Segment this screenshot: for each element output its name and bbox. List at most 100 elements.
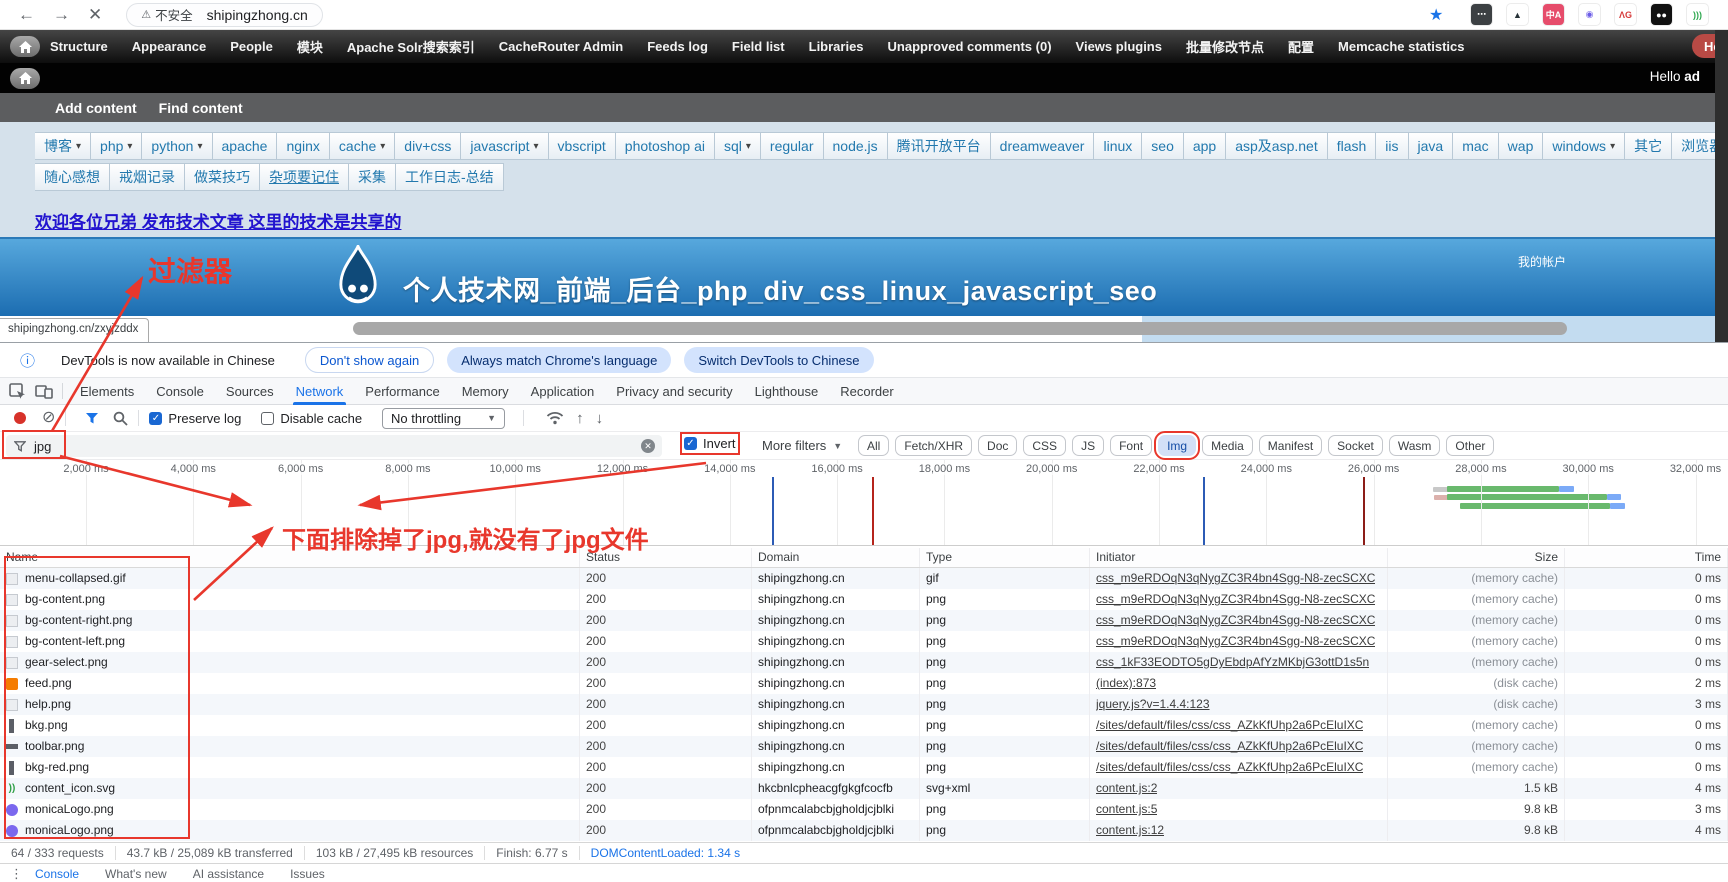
tag-link[interactable]: div+css: [394, 132, 461, 160]
tag-link[interactable]: apache: [212, 132, 278, 160]
network-overview[interactable]: 2,000 ms4,000 ms6,000 ms8,000 ms10,000 m…: [0, 460, 1728, 546]
tag-link[interactable]: 戒烟记录: [109, 163, 185, 191]
drawer-tab-ai-assistance[interactable]: AI assistance: [193, 867, 264, 881]
username[interactable]: ad: [1684, 69, 1700, 84]
tag-link[interactable]: photoshop ai: [615, 132, 715, 160]
filter-chip-font[interactable]: Font: [1110, 435, 1152, 456]
tab-privacy-and-security[interactable]: Privacy and security: [605, 378, 743, 405]
home-icon[interactable]: [10, 36, 40, 57]
tag-link[interactable]: 做菜技巧: [184, 163, 260, 191]
table-row[interactable]: menu-collapsed.gif200shipingzhong.cngifc…: [0, 568, 1728, 589]
tag-link[interactable]: iis: [1375, 132, 1408, 160]
filter-chip-media[interactable]: Media: [1202, 435, 1253, 456]
drawer-tab-what-s-new[interactable]: What's new: [105, 867, 167, 881]
admin-menu-item-feeds-log[interactable]: Feeds log: [647, 39, 708, 54]
admin-menu-item-unapproved-comments-0[interactable]: Unapproved comments (0): [888, 39, 1052, 54]
initiator-link[interactable]: /sites/default/files/css/css_AZkKfUhp2a6…: [1096, 757, 1363, 778]
admin-menu-item-[interactable]: 批量修改节点: [1186, 37, 1264, 56]
tag-link[interactable]: 杂项要记住: [259, 163, 349, 191]
admin-menu-item-[interactable]: 配置: [1288, 37, 1314, 56]
tag-link[interactable]: wap: [1498, 132, 1544, 160]
throttling-select[interactable]: No throttling▼: [382, 408, 505, 429]
filter-input[interactable]: jpg ✕: [6, 435, 662, 457]
tag-link[interactable]: dreamweaver: [990, 132, 1095, 160]
url-text[interactable]: shipingzhong.cn: [207, 7, 308, 23]
table-row[interactable]: bkg.png200shipingzhong.cnpng/sites/defau…: [0, 715, 1728, 736]
tag-link[interactable]: node.js: [823, 132, 888, 160]
admin-menu-item-libraries[interactable]: Libraries: [809, 39, 864, 54]
record-button[interactable]: [14, 412, 26, 424]
table-row[interactable]: gear-select.png200shipingzhong.cnpngcss_…: [0, 652, 1728, 673]
initiator-link[interactable]: /sites/default/files/css/css_AZkKfUhp2a6…: [1096, 715, 1363, 736]
tag-link[interactable]: 博客▾: [35, 132, 91, 160]
admin-menu-item-cacherouter-admin[interactable]: CacheRouter Admin: [499, 39, 623, 54]
filter-chip-fetch-xhr[interactable]: Fetch/XHR: [895, 435, 972, 456]
column-header-size[interactable]: Size: [1388, 548, 1565, 567]
horizontal-scrollbar[interactable]: [353, 322, 1567, 335]
dont-show-again-button[interactable]: Don't show again: [305, 347, 434, 373]
admin-menu-item-people[interactable]: People: [230, 39, 273, 54]
table-row[interactable]: bg-content-left.png200shipingzhong.cnpng…: [0, 631, 1728, 652]
initiator-link[interactable]: content.js:2: [1096, 778, 1157, 799]
device-toolbar-icon[interactable]: [35, 384, 53, 399]
tag-link[interactable]: windows▾: [1542, 132, 1625, 160]
tag-link[interactable]: mac: [1452, 132, 1498, 160]
more-options-icon[interactable]: ⋮: [10, 866, 23, 882]
tag-link[interactable]: cache▾: [329, 132, 395, 160]
drupal-logo[interactable]: [330, 245, 386, 316]
table-row[interactable]: feed.png200shipingzhong.cnpng(index):873…: [0, 673, 1728, 694]
stop-icon[interactable]: ✕: [88, 6, 102, 23]
tag-link[interactable]: javascript▾: [460, 132, 548, 160]
tag-link[interactable]: 随心感想: [35, 163, 110, 191]
filter-chip-socket[interactable]: Socket: [1328, 435, 1383, 456]
invert-checkbox[interactable]: ✓Invert: [684, 436, 736, 451]
tab-network[interactable]: Network: [285, 378, 355, 405]
import-har-icon[interactable]: ↑: [576, 410, 584, 427]
filter-chip-other[interactable]: Other: [1446, 435, 1494, 456]
initiator-link[interactable]: css_m9eRDOqN3qNygZC3R4bn4Sgg-N8-zecSCXC: [1096, 610, 1375, 631]
home-icon-small[interactable]: [10, 68, 40, 89]
tag-link[interactable]: 浏览器: [1671, 132, 1715, 160]
ag-extension-icon[interactable]: ΛG: [1614, 3, 1637, 26]
table-row[interactable]: monicaLogo.png200ofpnmcalabcbjgholdjcjbl…: [0, 820, 1728, 841]
admin-menu-item-memcache-statistics[interactable]: Memcache statistics: [1338, 39, 1464, 54]
add-content-link[interactable]: Add content: [55, 100, 137, 116]
not-secure-badge[interactable]: ⚠不安全: [141, 5, 192, 24]
network-conditions-icon[interactable]: [546, 411, 564, 425]
filter-chip-all[interactable]: All: [858, 435, 889, 456]
column-header-initiator[interactable]: Initiator: [1090, 548, 1388, 567]
back-icon[interactable]: ←: [18, 6, 35, 23]
table-row[interactable]: ))content_icon.svg200hkcbnlcpheacgfgkgfc…: [0, 778, 1728, 799]
tag-link[interactable]: linux: [1093, 132, 1142, 160]
clear-filter-icon[interactable]: ✕: [641, 439, 655, 453]
initiator-link[interactable]: /sites/default/files/css/css_AZkKfUhp2a6…: [1096, 736, 1363, 757]
clear-icon[interactable]: ⊘: [42, 410, 55, 426]
initiator-link[interactable]: css_m9eRDOqN3qNygZC3R4bn4Sgg-N8-zecSCXC: [1096, 568, 1375, 589]
admin-menu-item-apache-solr[interactable]: Apache Solr搜索索引: [347, 37, 475, 56]
export-har-icon[interactable]: ↓: [596, 410, 604, 427]
table-row[interactable]: bg-content.png200shipingzhong.cnpngcss_m…: [0, 589, 1728, 610]
tag-link[interactable]: 工作日志-总结: [395, 163, 504, 191]
initiator-link[interactable]: content.js:5: [1096, 799, 1157, 820]
initiator-link[interactable]: content.js:12: [1096, 820, 1164, 841]
tag-link[interactable]: 采集: [348, 163, 396, 191]
find-content-link[interactable]: Find content: [159, 100, 243, 116]
initiator-link[interactable]: css_m9eRDOqN3qNygZC3R4bn4Sgg-N8-zecSCXC: [1096, 589, 1375, 610]
forward-icon[interactable]: →: [53, 6, 70, 23]
filter-chip-js[interactable]: JS: [1072, 435, 1104, 456]
filter-funnel-icon[interactable]: [85, 412, 99, 425]
tag-link[interactable]: 其它: [1624, 132, 1672, 160]
preserve-log-checkbox[interactable]: ✓Preserve log: [149, 411, 241, 426]
admin-menu-item-field-list[interactable]: Field list: [732, 39, 785, 54]
tag-link[interactable]: sql▾: [714, 132, 761, 160]
address-bar[interactable]: ⚠不安全 shipingzhong.cn: [126, 3, 323, 27]
table-row[interactable]: monicaLogo.png200ofpnmcalabcbjgholdjcjbl…: [0, 799, 1728, 820]
column-header-domain[interactable]: Domain: [752, 548, 920, 567]
sound-extension-icon[interactable]: ))): [1686, 3, 1709, 26]
tag-link[interactable]: 腾讯开放平台: [887, 132, 991, 160]
monica-extension-icon[interactable]: ◉: [1578, 3, 1601, 26]
search-icon[interactable]: [113, 411, 128, 426]
tag-link[interactable]: regular: [760, 132, 824, 160]
column-header-name[interactable]: Name: [0, 548, 580, 567]
tab-memory[interactable]: Memory: [451, 378, 520, 405]
